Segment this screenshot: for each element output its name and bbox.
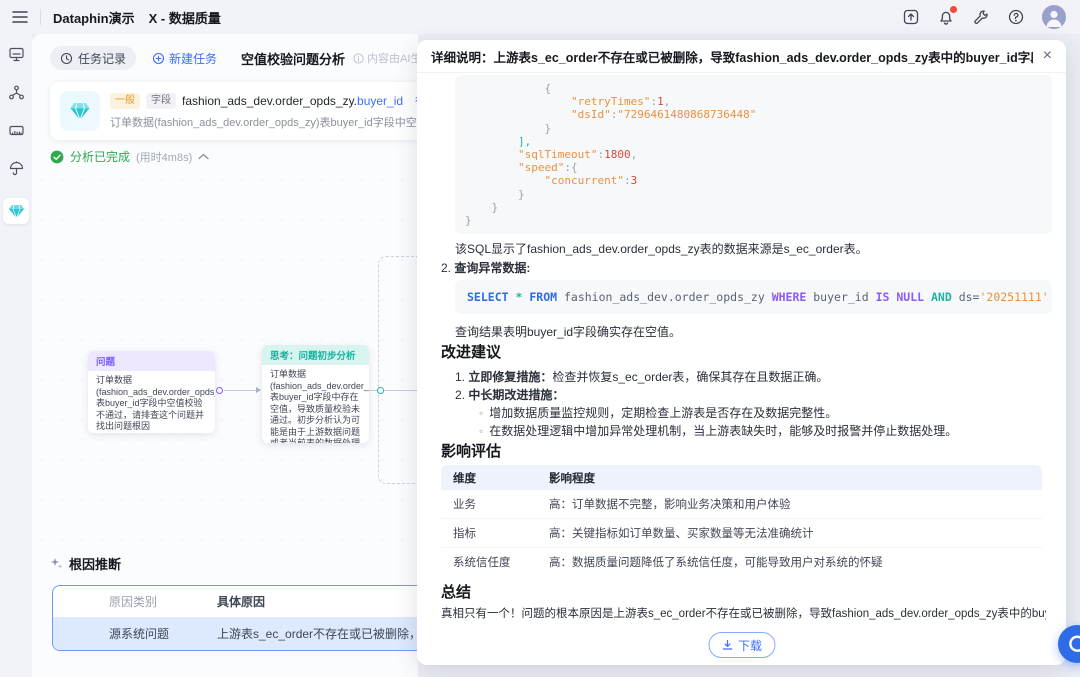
- topbar-divider: [40, 9, 41, 25]
- flow-node-analysis[interactable]: 思考：问题初步分析 订单数据(fashion_ads_dev.order_opd…: [262, 345, 369, 443]
- improve-item-1: 1. 立即修复措施：检查并恢复s_ec_order表，确保其存在且数据正确。: [455, 370, 829, 384]
- menu-icon[interactable]: [12, 10, 28, 24]
- diamond-icon: [8, 204, 24, 219]
- new-task-label: 新建任务: [169, 51, 218, 66]
- sidebar-item-workbench-icon[interactable]: [8, 46, 25, 63]
- table-header-row: 原因类别 具体原因: [53, 586, 418, 617]
- flow-group-outline: [378, 256, 418, 484]
- table-row[interactable]: 源系统问题 上游表s_ec_order不存在或已被删除，导致fashion_ad…: [53, 617, 418, 650]
- notification-dot: [950, 6, 957, 13]
- sidebar-item-protect-icon[interactable]: [8, 160, 25, 177]
- sql-result: 查询结果表明buyer_id字段确实存在空值。: [455, 325, 682, 339]
- node-title: 思考：问题初步分析: [262, 345, 369, 365]
- avatar[interactable]: [1042, 5, 1066, 29]
- ai-disclaimer: 内容由AI生成，请谨慎识别: [353, 50, 418, 66]
- connector-arrow: [256, 387, 261, 393]
- table-row: 系统信任度 高：数据质量问题降低了系统信任度，可能导致用户对系统的怀疑: [441, 548, 1042, 576]
- impact-col-degree: 影响程度: [549, 472, 595, 485]
- root-cause-title: 根因推断: [69, 557, 122, 572]
- sql-code-block: SELECT * FROM fashion_ads_dev.order_opds…: [455, 280, 1052, 314]
- page-title: X - 数据质量: [148, 10, 221, 26]
- col-reason: 具体原因: [217, 595, 266, 609]
- wrench-icon[interactable]: [972, 8, 990, 26]
- section-summary: 总结: [441, 584, 472, 601]
- close-icon[interactable]: ×: [1033, 48, 1052, 64]
- new-task-button[interactable]: 新建任务: [152, 50, 217, 67]
- root-cause-header: 根因推断: [50, 554, 121, 573]
- app-title: Dataphin演示: [53, 10, 135, 26]
- cause-reason: 上游表s_ec_order不存在或已被删除，导致fashion_ads_dev.…: [217, 627, 418, 641]
- download-icon: [722, 639, 732, 650]
- severity-badge: 一般: [110, 92, 140, 109]
- type-badge: 字段: [146, 92, 176, 109]
- node-body: 订单数据(fashion_ads_dev.order_opds_zy)表buye…: [96, 375, 215, 431]
- node-title: 问题: [88, 351, 215, 371]
- impact-table: 维度 影响程度 业务 高：订单数据不完整，影响业务决策和用户体验 指标 高：关键…: [441, 465, 1042, 576]
- upgrade-icon[interactable]: [902, 8, 920, 26]
- plus-circle-icon: [152, 52, 165, 64]
- analysis-title: 空值校验问题分析: [241, 51, 346, 67]
- connector-line: [224, 390, 256, 391]
- section-impact: 影响评估: [441, 443, 502, 460]
- step2-item: 2. 查询异常数据:: [441, 261, 531, 275]
- download-button[interactable]: 下载: [707, 632, 776, 658]
- analysis-status: 分析已完成 (用时4m8s): [50, 148, 209, 165]
- info-icon: [353, 52, 364, 64]
- table-row: 指标 高：关键指标如订单数量、买家数量等无法准确统计: [441, 519, 1042, 548]
- sql-note: 该SQL显示了fashion_ads_dev.order_opds_zy表的数据…: [455, 242, 868, 256]
- issue-desc: 订单数据(fashion_ads_dev.order_opds_zy)表buye…: [110, 116, 418, 129]
- sidebar-item-lineage-icon[interactable]: [8, 84, 25, 101]
- left-panel: 任务记录 新建任务 空值校验问题分析 内容由AI生成，请谨慎识别 一般 字段 f…: [32, 34, 418, 677]
- diamond-icon: [60, 91, 100, 131]
- help-icon[interactable]: [1007, 8, 1025, 26]
- sidebar: [0, 34, 32, 677]
- connector-port: [216, 387, 223, 394]
- table-name: fashion_ads_dev.order_opds_zy.buyer_id: [182, 93, 404, 108]
- analysis-duration: (用时4m8s): [136, 151, 193, 164]
- sidebar-item-quality-active[interactable]: [3, 198, 29, 224]
- cause-category: 源系统问题: [109, 627, 170, 641]
- drawer-header: 详细说明：上游表s_ec_order不存在或已被删除，导致fashion_ads…: [417, 40, 1066, 73]
- bell-icon[interactable]: [937, 6, 957, 26]
- history-icon: [60, 52, 73, 64]
- drawer-title: 详细说明：上游表s_ec_order不存在或已被删除，导致fashion_ads…: [431, 50, 1033, 65]
- task-log-label: 任务记录: [78, 51, 127, 66]
- issue-card[interactable]: 一般 字段 fashion_ads_dev.order_opds_zy.buye…: [50, 82, 418, 140]
- section-improve: 改进建议: [441, 344, 502, 361]
- summary-text: 真相只有一个！问题的根本原因是上游表s_ec_order不存在或已被删除，导致f…: [441, 608, 1046, 620]
- col-category: 原因类别: [109, 595, 158, 609]
- analysis-status-label: 分析已完成: [70, 150, 131, 164]
- panel-header: 任务记录 新建任务 空值校验问题分析 内容由AI生成，请谨慎识别: [50, 46, 418, 70]
- improve-item-2: 2. 中长期改进措施：: [455, 388, 565, 402]
- sidebar-item-board-icon[interactable]: [8, 122, 25, 139]
- json-code-block: { "retryTimes":1, "dsId":"72964614808687…: [455, 75, 1052, 235]
- improve-sub-2: 在数据处理逻辑中增加异常处理机制，当上游表缺失时，能够及时报警并停止数据处理。: [479, 422, 957, 439]
- sparkle-icon: [51, 558, 63, 569]
- chevron-up-icon[interactable]: [198, 153, 209, 160]
- task-log-button[interactable]: 任务记录: [50, 46, 137, 70]
- table-row: 业务 高：订单数据不完整，影响业务决策和用户体验: [441, 490, 1042, 519]
- impact-header-row: 维度 影响程度: [441, 465, 1042, 490]
- field-link[interactable]: buyer_id: [357, 94, 403, 108]
- root-cause-table: 原因类别 具体原因 源系统问题 上游表s_ec_order不存在或已被删除，导致…: [52, 585, 418, 651]
- topbar: Dataphin演示 X - 数据质量: [0, 0, 1080, 34]
- node-body: 订单数据(fashion_ads_dev.order_opds_zy)表buye…: [270, 369, 369, 443]
- connector-port: [377, 387, 384, 394]
- flow-node-question[interactable]: 问题 订单数据(fashion_ads_dev.order_opds_zy)表b…: [88, 351, 215, 433]
- impact-col-dimension: 维度: [453, 472, 476, 485]
- assistant-icon: [1069, 635, 1080, 652]
- improve-sub-1: 增加数据质量监控规则，定期检查上游表是否存在及数据完整性。: [479, 404, 837, 421]
- detail-drawer: 详细说明：上游表s_ec_order不存在或已被删除，导致fashion_ads…: [417, 40, 1066, 665]
- check-circle-icon: [50, 150, 64, 163]
